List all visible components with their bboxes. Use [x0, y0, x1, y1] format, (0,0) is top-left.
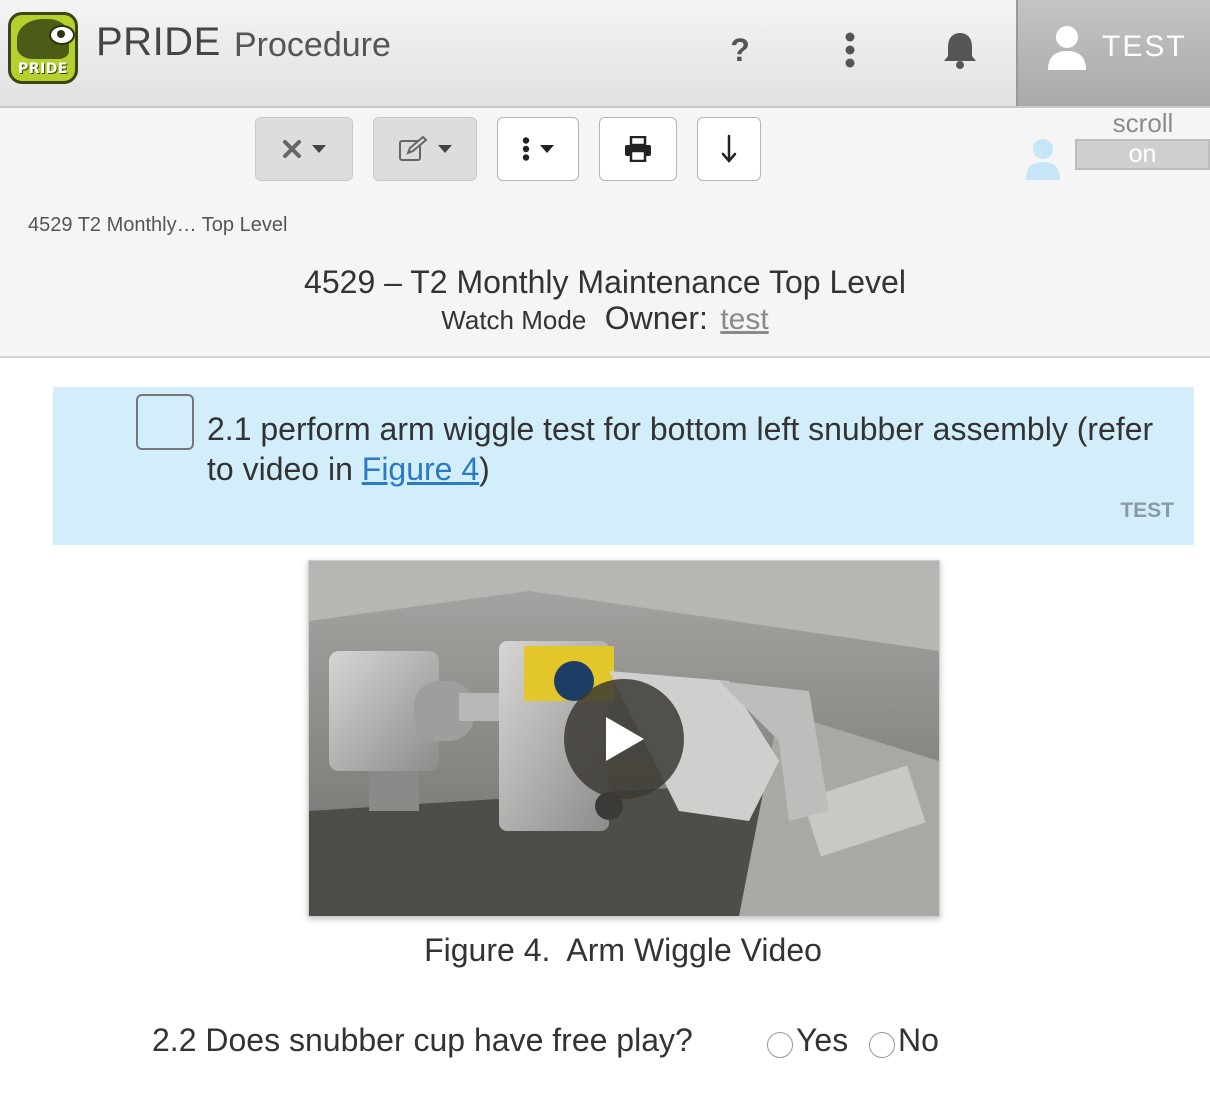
close-dropdown-button[interactable] — [255, 117, 353, 181]
chevron-down-icon — [438, 145, 452, 153]
user-menu[interactable]: TEST — [1016, 0, 1210, 106]
step-text: 2.1 perform arm wiggle test for bottom l… — [207, 409, 1167, 489]
chevron-down-icon — [312, 145, 326, 153]
chevron-down-icon — [540, 145, 554, 153]
page-title: 4529 – T2 Monthly Maintenance Top Level — [304, 264, 906, 300]
no-label[interactable]: No — [898, 1022, 939, 1059]
download-button[interactable] — [697, 117, 761, 181]
help-icon[interactable]: ? — [718, 28, 762, 72]
edit-icon — [399, 136, 428, 161]
procedure-subtitle: Watch Mode Owner: test — [0, 300, 1210, 337]
yes-radio[interactable] — [767, 1032, 793, 1058]
no-radio[interactable] — [869, 1032, 895, 1058]
figure-caption: Figure 4. Arm Wiggle Video — [424, 932, 822, 968]
figure-link[interactable]: Figure 4 — [362, 451, 479, 487]
step-2-1: 2.1 perform arm wiggle test for bottom l… — [53, 387, 1194, 545]
breadcrumb[interactable]: 4529 T2 Monthly… Top Level — [28, 214, 287, 237]
more-dropdown-button[interactable] — [497, 117, 579, 181]
arrow-down-icon — [721, 134, 737, 163]
owner-label: Owner: — [604, 300, 708, 336]
more-vertical-icon — [522, 137, 530, 161]
viewer-icon — [1024, 138, 1062, 185]
mode-label: Watch Mode — [441, 305, 587, 335]
logo-text: PRIDE — [18, 61, 68, 77]
procedure-toolbar: scroll on 4529 T2 Monthly… Top Level 452… — [0, 108, 1210, 358]
close-icon — [283, 140, 301, 158]
scroll-label: scroll — [1112, 108, 1174, 138]
print-icon — [625, 136, 651, 162]
bell-icon[interactable] — [938, 28, 982, 72]
question-2-2: 2.2 Does snubber cup have free play? — [152, 1022, 693, 1058]
yes-label[interactable]: Yes — [796, 1022, 848, 1059]
step-text-body: 2.1 perform arm wiggle test for bottom l… — [207, 411, 1154, 487]
edit-dropdown-button[interactable] — [373, 117, 477, 181]
owner-link[interactable]: test — [720, 303, 768, 336]
play-button[interactable] — [564, 679, 684, 799]
app-name: PRIDE — [96, 20, 221, 64]
more-vertical-icon[interactable] — [828, 28, 872, 72]
scroll-toggle[interactable]: on — [1075, 139, 1210, 170]
pride-logo[interactable]: PRIDE — [8, 12, 78, 84]
eye-pupil — [57, 30, 65, 38]
user-icon — [1046, 24, 1088, 77]
app-subtitle: Procedure — [234, 26, 391, 64]
print-button[interactable] — [599, 117, 677, 181]
step-user-badge: TEST — [1120, 499, 1174, 522]
user-name: TEST — [1102, 30, 1187, 63]
top-header: PRIDE PRIDE Procedure ? TEST — [0, 0, 1210, 108]
play-icon — [606, 717, 644, 761]
step-text-end: ) — [479, 451, 490, 487]
step-checkbox[interactable] — [136, 394, 194, 450]
arm-wiggle-video[interactable] — [308, 560, 940, 917]
